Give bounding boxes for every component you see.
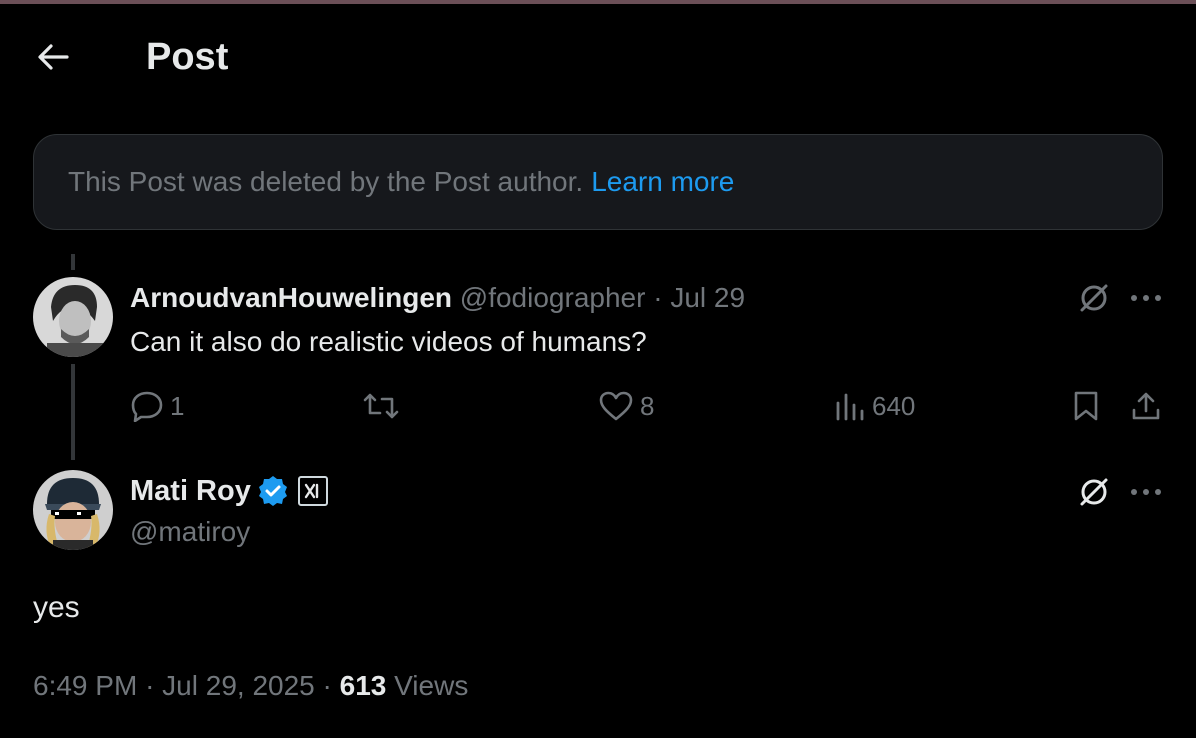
- more-options-button[interactable]: [1124, 470, 1168, 514]
- separator-dot: ·: [653, 282, 663, 313]
- post-time[interactable]: 6:49 PM: [33, 670, 137, 701]
- post-text: yes: [33, 591, 80, 624]
- grok-button[interactable]: [1072, 276, 1116, 320]
- repost-icon: [363, 393, 399, 419]
- more-icon: [1131, 489, 1161, 495]
- bar-chart-icon: [836, 393, 864, 421]
- avatar[interactable]: [33, 470, 113, 550]
- bookmark-icon: [1074, 391, 1098, 421]
- separator-dot: ·: [322, 670, 332, 701]
- notice-text: This Post was deleted by the Post author…: [68, 166, 584, 197]
- post-date[interactable]: Jul 29, 2025: [162, 670, 315, 701]
- reply-header: ArnoudvanHouwelingen @fodiographer · Jul…: [130, 280, 745, 316]
- post-meta: 6:49 PM · Jul 29, 2025 · 613 Views: [33, 668, 468, 704]
- arrow-left-icon: [38, 44, 69, 70]
- window-top-strip: [0, 0, 1196, 4]
- reply-author-name[interactable]: ArnoudvanHouwelingen: [130, 282, 452, 313]
- share-icon: [1132, 392, 1160, 420]
- page-title: Post: [146, 36, 229, 78]
- avatar-image: [33, 277, 113, 357]
- grok-icon: [1080, 478, 1108, 506]
- grok-icon: [1080, 284, 1108, 312]
- avatar[interactable]: [33, 277, 113, 357]
- post-view-count: 613: [339, 670, 387, 701]
- verified-badge-icon[interactable]: [257, 475, 289, 507]
- heart-icon: [599, 391, 633, 421]
- views-button[interactable]: 640: [834, 386, 915, 426]
- comment-icon: [131, 391, 163, 422]
- learn-more-link[interactable]: Learn more: [591, 166, 734, 198]
- separator-dot: ·: [145, 670, 155, 701]
- more-options-button[interactable]: [1124, 276, 1168, 320]
- main-author-handle[interactable]: @matiroy: [130, 514, 250, 550]
- like-count: 8: [640, 390, 655, 421]
- view-count: 640: [872, 390, 916, 421]
- reply-count: 1: [170, 390, 185, 421]
- reply-date[interactable]: Jul 29: [670, 282, 745, 313]
- avatar-image: [33, 470, 113, 550]
- more-icon: [1131, 295, 1161, 301]
- post-views-label: Views: [394, 670, 469, 701]
- main-author: Mati Roy: [130, 472, 329, 510]
- back-button[interactable]: [30, 36, 76, 78]
- deleted-post-notice: This Post was deleted by the Post author…: [33, 134, 1163, 230]
- main-author-name[interactable]: Mati Roy: [130, 472, 251, 510]
- reply-author-handle[interactable]: @fodiographer: [460, 282, 646, 313]
- reply-button[interactable]: 1: [130, 386, 184, 426]
- repost-button[interactable]: [362, 386, 400, 426]
- thread-line: [71, 364, 75, 460]
- like-button[interactable]: 8: [598, 386, 654, 426]
- share-button[interactable]: [1124, 384, 1168, 428]
- reply-text: Can it also do realistic videos of human…: [130, 326, 647, 357]
- grok-button[interactable]: [1072, 470, 1116, 514]
- bookmark-button[interactable]: [1064, 384, 1108, 428]
- affiliate-badge-icon[interactable]: [297, 475, 329, 507]
- thread-line-top: [71, 254, 75, 270]
